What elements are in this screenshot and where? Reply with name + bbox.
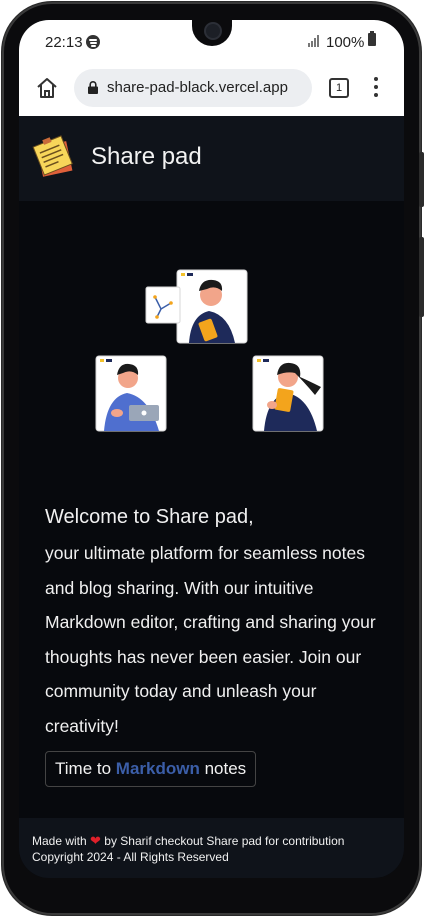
signal-icon: [308, 35, 322, 47]
cta-suffix: notes: [199, 759, 247, 778]
footer-credit: Made with ❤ by Sharif checkout Share pad…: [32, 833, 344, 849]
battery-percentage: 100%: [326, 34, 365, 51]
app-header: Share pad: [19, 116, 404, 201]
browser-toolbar: share-pad-black.vercel.app 1: [19, 64, 404, 116]
intro-description: your ultimate platform for seamless note…: [45, 543, 376, 736]
heart-icon: ❤: [90, 833, 101, 848]
address-bar[interactable]: share-pad-black.vercel.app: [74, 69, 312, 107]
volume-button: [419, 152, 424, 207]
battery-icon: [368, 31, 376, 46]
home-icon[interactable]: [35, 76, 59, 100]
copyright-text: Copyright 2024 - All Rights Reserved: [32, 850, 229, 864]
cta-accent: Markdown: [115, 759, 200, 778]
screen: 22:13 100% share-pad-black.vercel.app 1: [19, 20, 404, 878]
power-button: [419, 237, 424, 317]
welcome-heading: Welcome to Share pad,: [45, 506, 254, 528]
made-with-text: Made with: [32, 834, 87, 848]
more-vert-icon[interactable]: [374, 77, 378, 97]
people-collaborating-illustration: [95, 269, 324, 432]
credit-text[interactable]: by Sharif checkout Share pad for contrib…: [104, 834, 344, 848]
spotify-icon: [86, 35, 100, 49]
status-bar: 22:13 100%: [19, 20, 404, 64]
status-time: 22:13: [45, 34, 83, 51]
intro-section: Welcome to Share pad, your ultimate plat…: [45, 504, 390, 743]
tab-switcher-button[interactable]: 1: [329, 78, 349, 98]
cta-prefix: Time to: [55, 759, 116, 778]
app-title: Share pad: [91, 143, 202, 170]
markdown-notes-button[interactable]: Time to Markdown notes: [45, 751, 257, 787]
url-text: share-pad-black.vercel.app: [107, 79, 288, 96]
footer: Made with ❤ by Sharif checkout Share pad…: [19, 818, 404, 878]
lock-icon: [88, 81, 98, 94]
front-camera: [206, 24, 220, 38]
sticky-note-icon[interactable]: [32, 132, 76, 180]
